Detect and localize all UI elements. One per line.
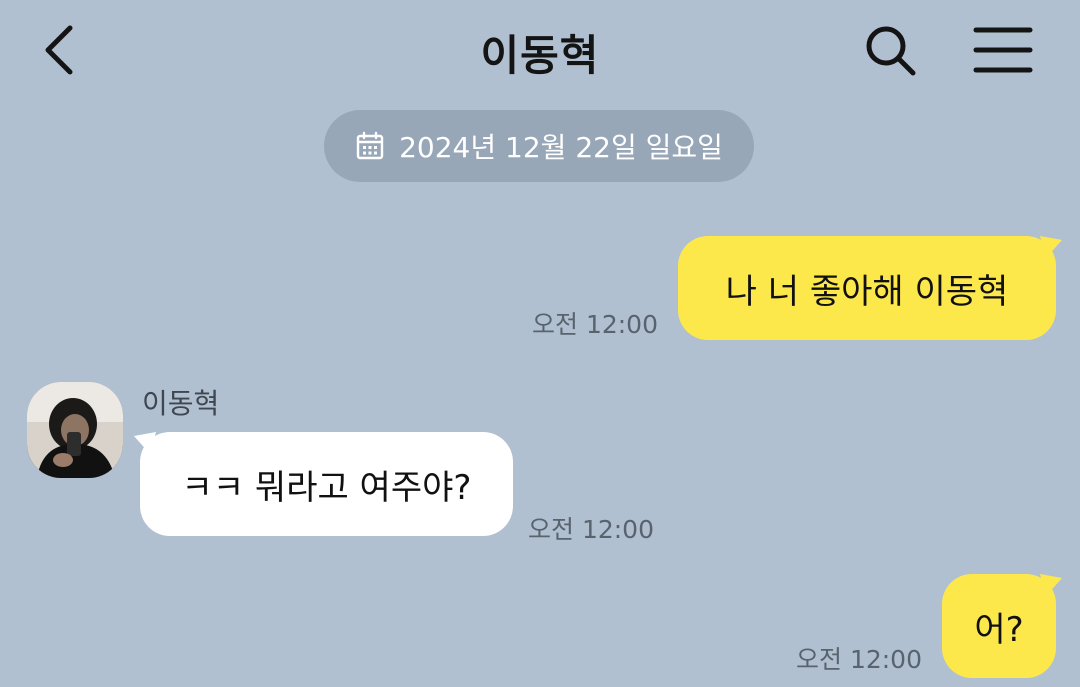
date-divider: 2024년 12월 22일 일요일: [324, 110, 754, 182]
sender-name: 이동혁: [142, 387, 220, 420]
chat-header: 이동혁: [0, 0, 1080, 100]
message-time: 오전 12:00: [528, 515, 654, 544]
profile-photo: [27, 382, 123, 478]
search-button[interactable]: [858, 18, 922, 82]
message-text: 어?: [974, 609, 1024, 650]
my-message-bubble[interactable]: 어?: [942, 574, 1056, 678]
hamburger-menu-icon: [973, 27, 1033, 73]
calendar-icon: [356, 131, 384, 160]
bubble-tail: [1040, 574, 1062, 596]
message-text: ㅋㅋ 뭐라고 여주야?: [181, 467, 472, 508]
bubble-tail: [134, 432, 156, 454]
my-message-bubble[interactable]: 나 너 좋아해 이동혁: [678, 236, 1056, 340]
bubble-tail: [1040, 236, 1062, 258]
message-time: 오전 12:00: [532, 310, 658, 339]
date-divider-text: 2024년 12월 22일 일요일: [399, 131, 723, 164]
menu-button[interactable]: [968, 18, 1038, 82]
search-icon: [866, 26, 916, 76]
other-message-bubble[interactable]: ㅋㅋ 뭐라고 여주야?: [140, 432, 513, 536]
message-time: 오전 12:00: [796, 645, 922, 674]
avatar[interactable]: [27, 382, 123, 478]
message-text: 나 너 좋아해 이동혁: [725, 271, 1009, 312]
